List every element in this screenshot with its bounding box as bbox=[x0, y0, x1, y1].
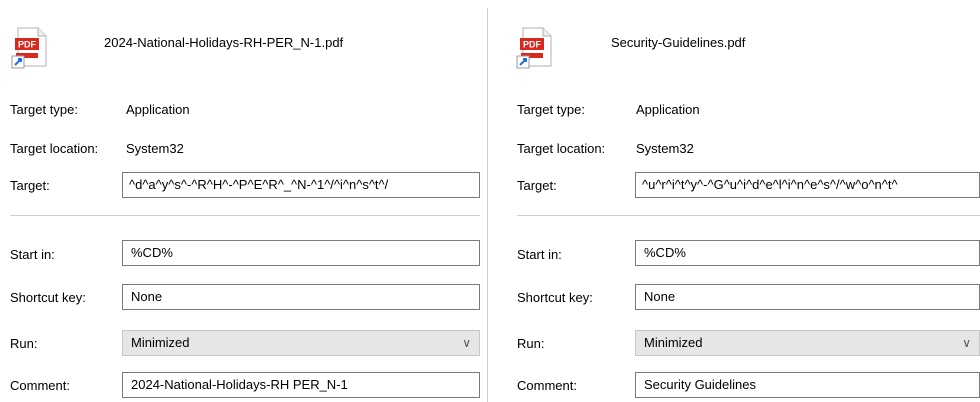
run-label: Run: bbox=[10, 336, 38, 351]
run-select[interactable]: Minimized ∨ bbox=[635, 330, 980, 356]
comment-input[interactable]: Security Guidelines bbox=[635, 372, 980, 398]
target-label: Target: bbox=[10, 178, 50, 193]
target-input[interactable]: ^d^a^y^s^-^R^H^-^P^E^R^_^N-^1^/^i^n^s^t^… bbox=[122, 172, 480, 198]
run-select[interactable]: Minimized ∨ bbox=[122, 330, 480, 356]
target-input[interactable]: ^u^r^i^t^y^-^G^u^i^d^e^l^i^n^e^s^/^w^o^n… bbox=[635, 172, 980, 198]
chevron-down-icon: ∨ bbox=[962, 336, 971, 350]
target-type-label: Target type: bbox=[517, 102, 585, 117]
target-location-value: System32 bbox=[636, 141, 694, 156]
target-label: Target: bbox=[517, 178, 557, 193]
shortcut-key-label: Shortcut key: bbox=[517, 290, 593, 305]
comment-label: Comment: bbox=[10, 378, 70, 393]
target-location-label: Target location: bbox=[517, 141, 606, 156]
run-select-value: Minimized bbox=[131, 335, 190, 350]
pdf-badge-text: PDF bbox=[523, 40, 542, 50]
target-type-value: Application bbox=[126, 102, 190, 117]
shortcut-key-input[interactable]: None bbox=[122, 284, 480, 310]
file-name: 2024-National-Holidays-RH-PER_N-1.pdf bbox=[104, 35, 344, 50]
target-location-label: Target location: bbox=[10, 141, 99, 156]
run-select-value: Minimized bbox=[644, 335, 703, 350]
file-name: Security-Guidelines.pdf bbox=[611, 35, 746, 50]
section-divider bbox=[10, 215, 480, 216]
comment-label: Comment: bbox=[517, 378, 577, 393]
panel-divider bbox=[487, 8, 488, 402]
run-label: Run: bbox=[517, 336, 545, 351]
shortcut-properties-panel-right: PDF Security-Guidelines.pdf Target type:… bbox=[505, 0, 980, 402]
chevron-down-icon: ∨ bbox=[462, 336, 471, 350]
shortcut-properties-panel-left: PDF 2024-National-Holidays-RH-PER_N-1.pd… bbox=[0, 0, 480, 402]
start-in-input[interactable]: %CD% bbox=[122, 240, 480, 266]
start-in-input[interactable]: %CD% bbox=[635, 240, 980, 266]
pdf-shortcut-icon: PDF bbox=[10, 26, 54, 70]
target-type-value: Application bbox=[636, 102, 700, 117]
shortcut-key-label: Shortcut key: bbox=[10, 290, 86, 305]
section-divider bbox=[517, 215, 980, 216]
shortcut-key-input[interactable]: None bbox=[635, 284, 980, 310]
start-in-label: Start in: bbox=[10, 247, 55, 262]
comment-input[interactable]: 2024-National-Holidays-RH PER_N-1 bbox=[122, 372, 480, 398]
start-in-label: Start in: bbox=[517, 247, 562, 262]
pdf-badge-text: PDF bbox=[18, 40, 37, 50]
target-location-value: System32 bbox=[126, 141, 184, 156]
pdf-shortcut-icon: PDF bbox=[515, 26, 559, 70]
target-type-label: Target type: bbox=[10, 102, 78, 117]
